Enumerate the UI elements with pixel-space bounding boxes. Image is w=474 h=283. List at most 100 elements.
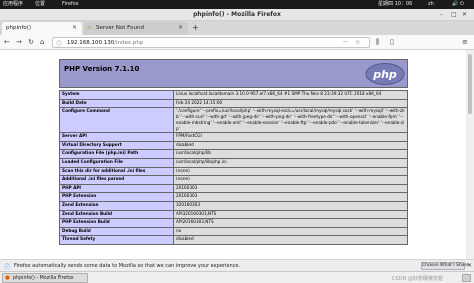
places-menu[interactable]: 位置 — [35, 1, 45, 8]
info-icon: ⓘ — [4, 264, 11, 271]
info-value: 20160303 — [173, 192, 408, 202]
info-key: Scan this dir for additional .ini files — [59, 166, 174, 177]
bottom-taskbar: ● phpinfo() - Mozilla Firefox CSDN @好想睡懒… — [0, 271, 474, 283]
bookmark-star-icon[interactable]: ☆ — [355, 39, 360, 46]
info-row: Additional .ini files parsed (none) — [59, 175, 408, 185]
info-row: Debug Build no — [59, 226, 408, 237]
info-key: Zend Extension Build — [59, 209, 174, 220]
info-row: Configuration File (php.ini) Path/usr/lo… — [59, 149, 408, 159]
tab-server-not-found[interactable]: ⚠ Server Not Found ✕ — [84, 22, 188, 35]
php-version-header: PHP Version 7.1.10 php — [59, 59, 408, 88]
system-top-bar: 应用程序 位置 Firefox 星期四 10：06 zh 🔊 ⏻ — [0, 0, 474, 9]
info-key: Thread Safety — [59, 235, 174, 245]
new-tab-button[interactable]: + — [192, 23, 199, 32]
info-key: Loaded Configuration File — [59, 157, 174, 168]
info-value: no — [173, 226, 408, 237]
firefox-icon: ● — [5, 275, 10, 281]
info-key: Additional .ini files parsed — [59, 175, 174, 185]
window-title-bar[interactable]: phpinfo() - Mozilla Firefox – □ ✕ — [0, 9, 474, 21]
tab-label: phpinfo() — [6, 25, 32, 31]
info-value: disabled — [173, 140, 408, 151]
choose-what-i-share-button[interactable]: Choose What I Share — [421, 262, 469, 270]
reload-icon[interactable]: ↻ — [28, 38, 34, 46]
close-notification-icon[interactable]: ✕ — [467, 262, 472, 269]
info-value: (none) — [173, 166, 408, 177]
clock[interactable]: 星期四 10：06 — [378, 1, 412, 8]
tab-label: Server Not Found — [96, 25, 144, 31]
close-tab-icon[interactable]: ✕ — [178, 24, 183, 31]
home-icon[interactable]: ⌂ — [40, 38, 44, 46]
watermark-text: CSDN @好想睡懒觉喔 — [392, 276, 443, 282]
site-info-icon[interactable]: ⓘ — [56, 39, 62, 48]
info-value: 320160303 — [173, 200, 408, 211]
address-bar[interactable]: ⓘ 192.168.100.130/index.php ··· ☆ — [52, 37, 370, 48]
info-row: Thread Safety disabled — [59, 235, 408, 245]
info-key: PHP Extension — [59, 192, 174, 202]
info-value: FPM/FastCGI — [173, 132, 408, 142]
data-collection-notification-bar: ⓘ Firefox automatically sends some data … — [0, 259, 474, 271]
php-logo[interactable]: php — [365, 62, 405, 86]
info-key: Virtual Directory Support — [59, 140, 174, 151]
vertical-scrollbar[interactable] — [466, 50, 474, 259]
info-value: 20160303 — [173, 183, 408, 194]
applications-menu[interactable]: 应用程序 — [3, 1, 23, 8]
system-status-icons[interactable]: 🔊 ⏻ — [452, 1, 464, 8]
info-row: Build Date Feb 24 2022 14:15:00 — [59, 98, 408, 109]
info-row: Configure Command './configure' '--prefix… — [59, 107, 408, 134]
url-host: 192.168.100.130 — [67, 40, 115, 46]
scrollbar-thumb[interactable] — [468, 54, 472, 114]
info-value: (none) — [173, 175, 408, 185]
input-method-indicator[interactable]: zh — [428, 1, 434, 8]
hamburger-menu-icon[interactable]: ≡ — [462, 38, 468, 46]
workspace-switcher[interactable] — [462, 274, 471, 282]
forward-arrow-icon[interactable]: → — [16, 38, 22, 46]
info-key: Build Date — [59, 98, 174, 109]
close-window-button[interactable]: ✕ — [462, 11, 467, 18]
close-tab-icon[interactable]: ✕ — [72, 24, 77, 31]
info-row: Server API FPM/FastCGI — [59, 132, 408, 142]
info-value: disabled — [173, 235, 408, 245]
back-arrow-icon[interactable]: ← — [4, 38, 10, 46]
info-key: Server API — [59, 132, 174, 142]
notification-text: Firefox automatically sends some data to… — [14, 263, 241, 269]
info-row: Zend Extension Build API320160303,NTS — [59, 209, 408, 220]
sidebar-icon[interactable]: ▯ — [390, 38, 394, 46]
info-row: Virtual Directory Support disabled — [59, 140, 408, 151]
info-key: PHP Extension Build — [59, 218, 174, 228]
page-actions-icon[interactable]: ··· — [343, 39, 349, 46]
active-app-menu[interactable]: Firefox — [62, 1, 79, 8]
info-row: Loaded Configuration File/usr/local/php/… — [59, 157, 408, 168]
info-key: Configure Command — [59, 107, 174, 134]
info-row: Scan this dir for additional .ini files(… — [59, 166, 408, 177]
library-icon[interactable]: ⫼ — [376, 38, 379, 46]
php-logo-text: php — [372, 68, 397, 81]
page-content: PHP Version 7.1.10 php System Linux local… — [0, 50, 466, 259]
info-key: Zend Extension — [59, 200, 174, 211]
maximize-button[interactable]: □ — [451, 11, 457, 18]
info-value: Linux localhost.localdomain 3.10.0-957.e… — [173, 90, 408, 100]
info-value: API20160303,NTS — [173, 218, 408, 228]
url-text[interactable]: 192.168.100.130/index.php — [67, 40, 143, 46]
info-key: Debug Build — [59, 226, 174, 237]
url-path: /index.php — [114, 40, 144, 46]
info-row: PHP Extension 20160303 — [59, 192, 408, 202]
tab-phpinfo[interactable]: phpinfo() ✕ — [2, 22, 82, 35]
info-key: PHP API — [59, 183, 174, 194]
info-row: System Linux localhost.localdomain 3.10.0… — [59, 90, 408, 100]
info-row: Zend Extension 320160303 — [59, 200, 408, 211]
minimize-button[interactable]: – — [440, 11, 443, 18]
info-value: /usr/local/php/lib — [173, 149, 408, 159]
php-info-table: System Linux localhost.localdomain 3.10.0… — [59, 90, 408, 245]
taskbar-item-label: phpinfo() - Mozilla Firefox — [13, 276, 74, 281]
info-value: /usr/local/php/lib/php.ini — [173, 157, 408, 168]
tab-strip: phpinfo() ✕ ⚠ Server Not Found ✕ + — [0, 21, 474, 35]
php-version-title: PHP Version 7.1.10 — [64, 65, 140, 73]
warning-icon: ⚠ — [87, 25, 92, 31]
taskbar-item-firefox[interactable]: ● phpinfo() - Mozilla Firefox — [2, 273, 88, 283]
window-title: phpinfo() - Mozilla Firefox — [193, 11, 281, 18]
info-value: './configure' '--prefix=/usr/local/php' … — [173, 107, 408, 134]
info-row: PHP API 20160303 — [59, 183, 408, 194]
info-value: API320160303,NTS — [173, 209, 408, 220]
info-key: System — [59, 90, 174, 100]
navigation-toolbar: ← → ↻ ⌂ ⓘ 192.168.100.130/index.php ··· … — [0, 35, 474, 50]
